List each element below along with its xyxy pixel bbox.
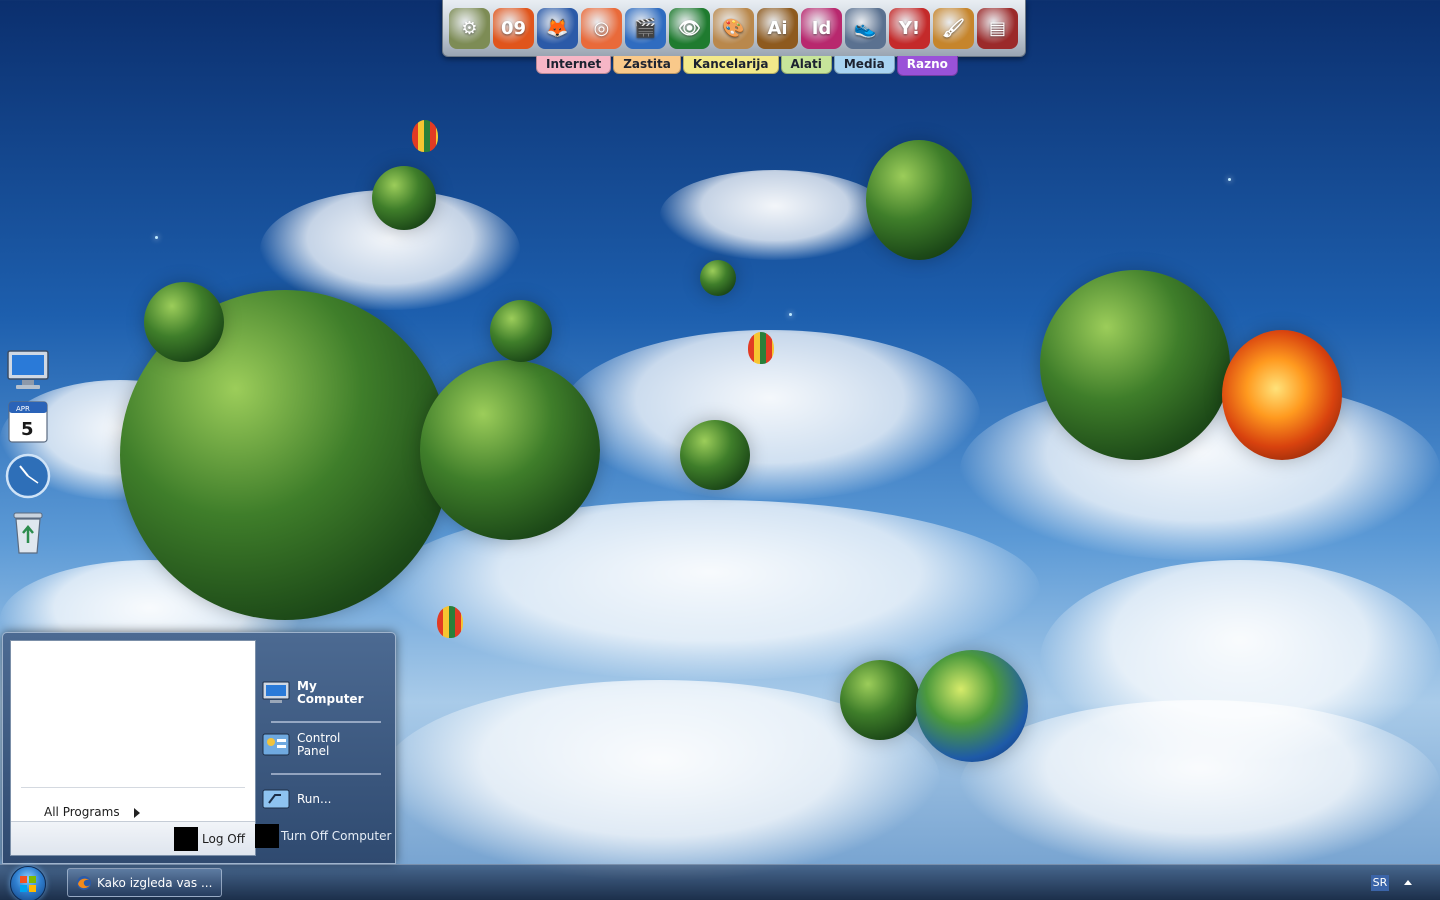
cloud: [960, 700, 1440, 870]
tab-alati[interactable]: Alati: [780, 56, 832, 74]
art-palette-icon[interactable]: 🖌: [933, 7, 974, 49]
recycle-bin-icon: [13, 512, 43, 554]
small-planet: [490, 300, 552, 362]
language-indicator[interactable]: SR: [1371, 875, 1389, 891]
sparkle-star: [789, 313, 792, 316]
divider: [271, 773, 381, 775]
hot-air-balloon: [437, 606, 463, 638]
arrow-right-icon: [134, 808, 140, 818]
tab-razno[interactable]: Razno: [896, 56, 958, 76]
hot-air-balloon: [748, 332, 774, 364]
small-planet: [840, 660, 920, 740]
divider: [21, 787, 245, 788]
computer-icon: [261, 680, 291, 706]
tab-internet[interactable]: Internet: [536, 56, 612, 74]
run-label: Run...: [297, 791, 332, 806]
sparkle-star: [155, 236, 158, 239]
cloud: [660, 170, 890, 260]
taskbar-window-button[interactable]: Kako izgleda vas ...: [67, 868, 222, 897]
green-planet: [420, 360, 600, 540]
paint-palette-icon[interactable]: 🎨: [713, 7, 754, 49]
hot-air-balloon: [412, 120, 438, 152]
log-off-button[interactable]: Log Off: [202, 832, 245, 846]
tab-kancelarija[interactable]: Kancelarija: [682, 56, 779, 74]
small-planet: [372, 166, 436, 230]
winrar-icon[interactable]: ▤: [977, 7, 1018, 49]
turn-off-computer-button[interactable]: Turn Off Computer: [281, 829, 391, 843]
turn-off-icon[interactable]: [255, 824, 279, 848]
calendar-icon: APR 5: [8, 401, 48, 443]
firefox-icon: [77, 875, 91, 890]
media-disc-icon[interactable]: ◎: [581, 7, 622, 49]
control-panel-label: Control Panel: [297, 731, 341, 758]
clock-desktop-icon[interactable]: [4, 452, 52, 500]
firefox-icon[interactable]: 🦊: [537, 7, 578, 49]
start-menu-programs-pane: All Programs Log Off: [10, 640, 256, 856]
earth-planet: [916, 650, 1028, 762]
control-panel-icon: [261, 732, 291, 758]
launcher-category-tabs: Internet Zastita Kancelarija Alati Media Razn…: [536, 56, 958, 76]
show-hidden-icons-icon[interactable]: [1404, 880, 1412, 885]
sparkle-star: [1228, 178, 1231, 181]
small-planet: [680, 420, 750, 490]
misty-planet: [1040, 270, 1230, 460]
all-programs-link[interactable]: All Programs: [44, 805, 120, 821]
run-icon: [261, 786, 291, 812]
indesign-icon[interactable]: Id: [801, 7, 842, 49]
log-off-icon[interactable]: [174, 827, 198, 851]
small-planet: [700, 260, 736, 296]
director-chair-icon[interactable]: 🎬: [625, 7, 666, 49]
taskbar-window-title: Kako izgleda vas ...: [97, 875, 213, 890]
my-computer-menu-item[interactable]: My Computer: [261, 680, 363, 706]
divider: [271, 721, 381, 723]
my-computer-label: My Computer: [297, 679, 364, 706]
calendar-day: 5: [21, 419, 34, 440]
recycle-bin-desktop-icon[interactable]: [4, 508, 52, 556]
tab-media[interactable]: Media: [833, 56, 895, 74]
calendar-desktop-icon[interactable]: APR 5: [4, 398, 52, 446]
tower-planet: [866, 140, 972, 260]
small-planet: [144, 282, 224, 362]
system-settings-icon[interactable]: ⚙: [449, 7, 490, 49]
illustrator-icon[interactable]: Ai: [757, 7, 798, 49]
exploding-planet: [1222, 330, 1342, 460]
control-panel-menu-item[interactable]: Control Panel: [261, 732, 340, 758]
tab-zastita[interactable]: Zastita: [613, 56, 681, 74]
nero-09-icon[interactable]: 09: [493, 7, 534, 49]
calendar-month: APR: [16, 405, 30, 413]
clock-icon: [5, 453, 51, 499]
my-computer-desktop-icon[interactable]: [4, 346, 52, 394]
start-menu: All Programs Log Off My Computer Control…: [2, 632, 396, 864]
windows-logo-icon: [20, 876, 36, 892]
eye-icon[interactable]: 👁: [669, 7, 710, 49]
yahoo-messenger-icon[interactable]: Y!: [889, 7, 930, 49]
start-button[interactable]: [10, 866, 46, 900]
start-menu-footer: Log Off: [11, 821, 255, 855]
taskbar: Kako izgleda vas ... SR: [0, 864, 1440, 900]
sneaker-icon[interactable]: 👟: [845, 7, 886, 49]
monitor-icon: [7, 350, 49, 389]
run-menu-item[interactable]: Run...: [261, 786, 331, 812]
launcher-dock: ⚙ 09 🦊 ◎ 🎬 👁 🎨 Ai Id 👟 Y! 🖌 ▤: [442, 0, 1026, 57]
